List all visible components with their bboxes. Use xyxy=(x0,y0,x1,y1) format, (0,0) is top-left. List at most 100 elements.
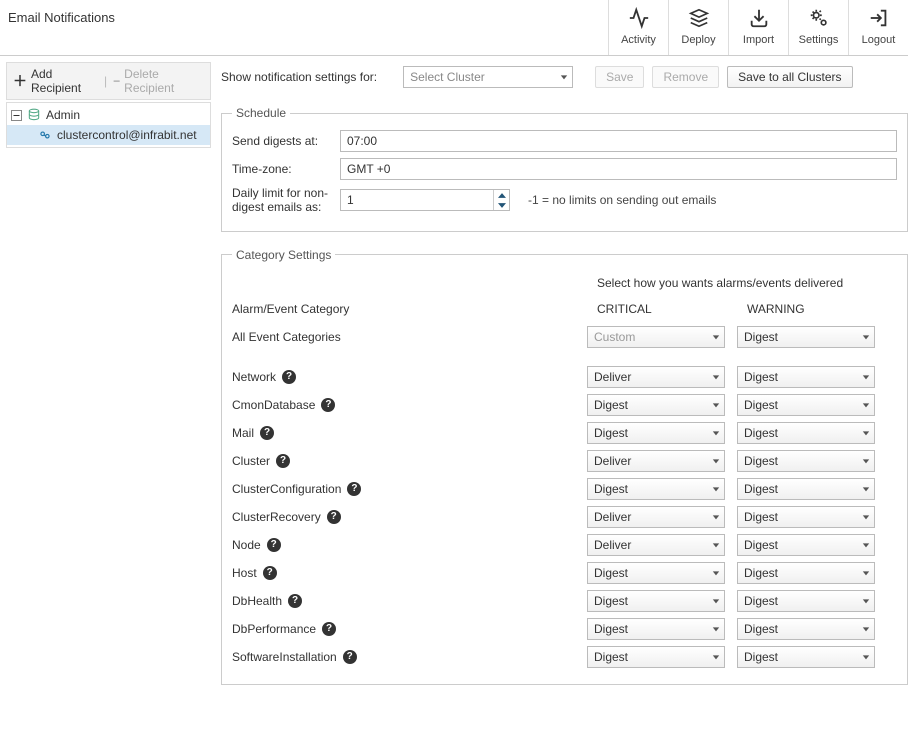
critical-select[interactable]: Deliver xyxy=(587,506,725,528)
chevron-down-icon xyxy=(712,333,720,341)
chevron-down-icon xyxy=(712,457,720,465)
spinner-down[interactable] xyxy=(494,200,509,210)
critical-select[interactable]: Digest xyxy=(587,646,725,668)
help-icon[interactable]: ? xyxy=(263,566,277,580)
remove-button[interactable]: Remove xyxy=(652,66,719,88)
category-row: Mail ? Digest Digest xyxy=(232,422,897,444)
save-button[interactable]: Save xyxy=(595,66,644,88)
help-icon[interactable]: ? xyxy=(321,398,335,412)
send-digests-input[interactable]: 07:00 xyxy=(340,130,897,152)
warning-select[interactable]: Digest xyxy=(737,506,875,528)
tree-root-label: Admin xyxy=(46,108,80,122)
help-icon[interactable]: ? xyxy=(282,370,296,384)
critical-select[interactable]: Deliver xyxy=(587,450,725,472)
warning-select[interactable]: Digest xyxy=(737,618,875,640)
chevron-down-icon xyxy=(712,429,720,437)
warning-select[interactable]: Digest xyxy=(737,422,875,444)
warning-select[interactable]: Digest xyxy=(737,646,875,668)
chevron-down-icon xyxy=(712,569,720,577)
warning-select[interactable]: Digest xyxy=(737,366,875,388)
category-name: CmonDatabase xyxy=(232,398,315,412)
header-actions: Activity Deploy Import Settings Logout xyxy=(608,0,908,55)
critical-select[interactable]: Deliver xyxy=(587,534,725,556)
cluster-select[interactable]: Select Cluster xyxy=(403,66,573,88)
chevron-down-icon xyxy=(862,373,870,381)
chevron-down-icon xyxy=(712,485,720,493)
category-row: Network ? Deliver Digest xyxy=(232,366,897,388)
daily-limit-label: Daily limit for non-digest emails as: xyxy=(232,186,332,215)
chevron-down-icon xyxy=(862,485,870,493)
category-header-row: Alarm/Event Category CRITICAL WARNING xyxy=(232,302,897,316)
category-name: ClusterConfiguration xyxy=(232,482,341,496)
help-icon[interactable]: ? xyxy=(267,538,281,552)
warning-select[interactable]: Digest xyxy=(737,590,875,612)
all-warning-select[interactable]: Digest xyxy=(737,326,875,348)
chevron-down-icon xyxy=(862,569,870,577)
category-name: Mail xyxy=(232,426,254,440)
delete-recipient-button[interactable]: − Delete Recipient xyxy=(113,67,204,95)
col-critical-header: CRITICAL xyxy=(597,302,747,316)
category-name: SoftwareInstallation xyxy=(232,650,337,664)
help-icon[interactable]: ? xyxy=(322,622,336,636)
action-logout[interactable]: Logout xyxy=(848,0,908,55)
critical-select[interactable]: Digest xyxy=(587,478,725,500)
critical-select[interactable]: Digest xyxy=(587,590,725,612)
tree-row-admin[interactable]: Admin xyxy=(7,105,210,125)
timezone-input[interactable]: GMT +0 xyxy=(340,158,897,180)
spinner-up[interactable] xyxy=(494,190,509,200)
chevron-down-icon xyxy=(712,513,720,521)
category-row-all: All Event Categories Custom Digest xyxy=(232,326,897,348)
tree-row-recipient[interactable]: clustercontrol@infrabit.net xyxy=(7,125,210,145)
warning-select[interactable]: Digest xyxy=(737,394,875,416)
critical-select[interactable]: Digest xyxy=(587,562,725,584)
chevron-down-icon xyxy=(712,373,720,381)
category-name: Network xyxy=(232,370,276,384)
action-import[interactable]: Import xyxy=(728,0,788,55)
action-settings[interactable]: Settings xyxy=(788,0,848,55)
help-icon[interactable]: ? xyxy=(343,650,357,664)
chevron-down-icon xyxy=(712,401,720,409)
warning-select[interactable]: Digest xyxy=(737,478,875,500)
category-row: Node ?DeliverDigest xyxy=(232,534,897,556)
warning-select[interactable]: Digest xyxy=(737,450,875,472)
add-recipient-button[interactable]: ＋ Add Recipient xyxy=(13,67,98,95)
chevron-down-icon xyxy=(712,597,720,605)
help-icon[interactable]: ? xyxy=(327,510,341,524)
chevron-down-icon xyxy=(712,625,720,633)
category-row: DbHealth ?DigestDigest xyxy=(232,590,897,612)
category-name: Cluster xyxy=(232,454,270,468)
action-deploy-label: Deploy xyxy=(671,34,726,46)
critical-select[interactable]: Digest xyxy=(587,618,725,640)
tree-collapse-icon[interactable] xyxy=(11,110,22,121)
warning-select[interactable]: Digest xyxy=(737,562,875,584)
activity-icon xyxy=(611,6,666,30)
help-icon[interactable]: ? xyxy=(347,482,361,496)
critical-select[interactable]: Deliver xyxy=(587,366,725,388)
category-settings-legend: Category Settings xyxy=(232,248,335,262)
minus-icon: − xyxy=(113,74,120,88)
critical-select[interactable]: Digest xyxy=(587,422,725,444)
save-all-clusters-button[interactable]: Save to all Clusters xyxy=(727,66,852,88)
chevron-down-icon xyxy=(712,541,720,549)
daily-limit-spinner[interactable]: 1 xyxy=(340,189,510,211)
help-icon[interactable]: ? xyxy=(288,594,302,608)
content: Show notification settings for: Select C… xyxy=(211,56,908,701)
action-activity[interactable]: Activity xyxy=(608,0,668,55)
category-row: ClusterRecovery ?DeliverDigest xyxy=(232,506,897,528)
all-critical-select[interactable]: Custom xyxy=(587,326,725,348)
chevron-down-icon xyxy=(862,541,870,549)
critical-select[interactable]: Digest xyxy=(587,394,725,416)
help-icon[interactable]: ? xyxy=(276,454,290,468)
schedule-fieldset: Schedule Send digests at: 07:00 Time-zon… xyxy=(221,106,908,232)
help-icon[interactable]: ? xyxy=(260,426,274,440)
warning-select[interactable]: Digest xyxy=(737,534,875,556)
action-activity-label: Activity xyxy=(611,34,666,46)
recipient-tree: Admin clustercontrol@infrabit.net xyxy=(6,102,211,148)
chevron-down-icon xyxy=(712,653,720,661)
main: ＋ Add Recipient | − Delete Recipient Adm… xyxy=(0,56,908,701)
action-import-label: Import xyxy=(731,34,786,46)
chevron-down-icon xyxy=(862,401,870,409)
filter-label: Show notification settings for: xyxy=(221,70,377,84)
action-deploy[interactable]: Deploy xyxy=(668,0,728,55)
chevron-down-icon xyxy=(862,597,870,605)
